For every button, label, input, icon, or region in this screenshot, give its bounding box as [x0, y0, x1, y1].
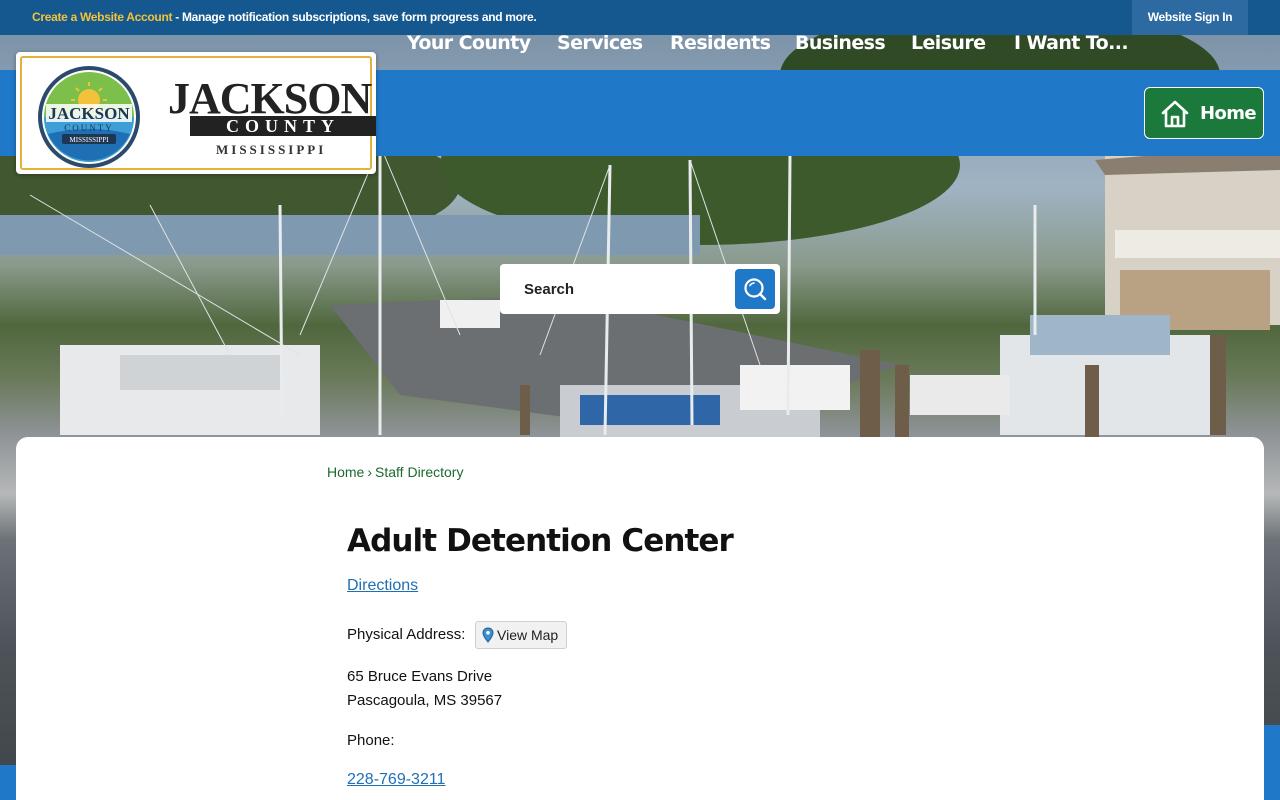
logo-wordmark: JACKSON COUNTY MISSISSIPPI [168, 77, 376, 158]
phone-number-link[interactable]: 228-769-3211 [347, 771, 445, 789]
county-seal-logo: JACKSON COUNTY MISSISSIPPI [38, 66, 140, 168]
address-line-1: 65 Bruce Evans Drive [347, 668, 493, 685]
nav-item-your-county[interactable]: Your County [407, 32, 531, 54]
content-card [16, 437, 1264, 800]
view-map-button[interactable]: View Map [475, 621, 567, 649]
home-button-label: Home [1200, 103, 1257, 124]
page-title: Adult Detention Center [347, 523, 734, 559]
account-message-text: - Manage notification subscriptions, sav… [172, 10, 537, 24]
nav-item-leisure[interactable]: Leisure [911, 32, 986, 54]
search-icon [744, 278, 767, 301]
breadcrumb-separator: › [367, 464, 373, 480]
create-account-link[interactable]: Create a Website Account [32, 10, 172, 24]
top-notification-bar: Create a Website Account - Manage notifi… [0, 0, 1280, 35]
breadcrumb-home-link[interactable]: Home [327, 464, 364, 480]
nav-item-residents[interactable]: Residents [670, 32, 771, 54]
nav-item-business[interactable]: Business [795, 32, 886, 54]
seal-text-top: JACKSON [48, 104, 130, 123]
view-map-label: View Map [497, 627, 559, 643]
address-line-2: Pascagoula, MS 39567 [347, 692, 503, 709]
search-button[interactable] [735, 269, 775, 309]
map-pin-icon [482, 627, 494, 643]
nav-item-i-want-to[interactable]: I Want To... [1014, 32, 1129, 54]
logo-frame: JACKSON COUNTY MISSISSIPPI JACKSON COUNT… [20, 56, 376, 170]
home-icon [1161, 100, 1189, 128]
seal-text-mid: COUNTY [64, 123, 114, 133]
seal-text-bottom: MISSISSIPPI [70, 136, 110, 144]
site-logo[interactable]: JACKSON COUNTY MISSISSIPPI JACKSON COUNT… [16, 52, 376, 174]
logo-word-mississippi: MISSISSIPPI [216, 142, 327, 157]
breadcrumb: Home › Staff Directory [327, 464, 463, 480]
breadcrumb-staff-directory-link[interactable]: Staff Directory [375, 464, 463, 480]
nav-item-services[interactable]: Services [557, 32, 643, 54]
home-button[interactable]: Home [1144, 87, 1264, 139]
phone-label: Phone: [347, 732, 395, 749]
physical-address-label: Physical Address: [347, 626, 466, 643]
account-message: Create a Website Account - Manage notifi… [32, 10, 537, 24]
search-input[interactable] [512, 274, 722, 304]
website-sign-in-button[interactable]: Website Sign In [1132, 0, 1248, 35]
directions-link[interactable]: Directions [347, 577, 418, 595]
